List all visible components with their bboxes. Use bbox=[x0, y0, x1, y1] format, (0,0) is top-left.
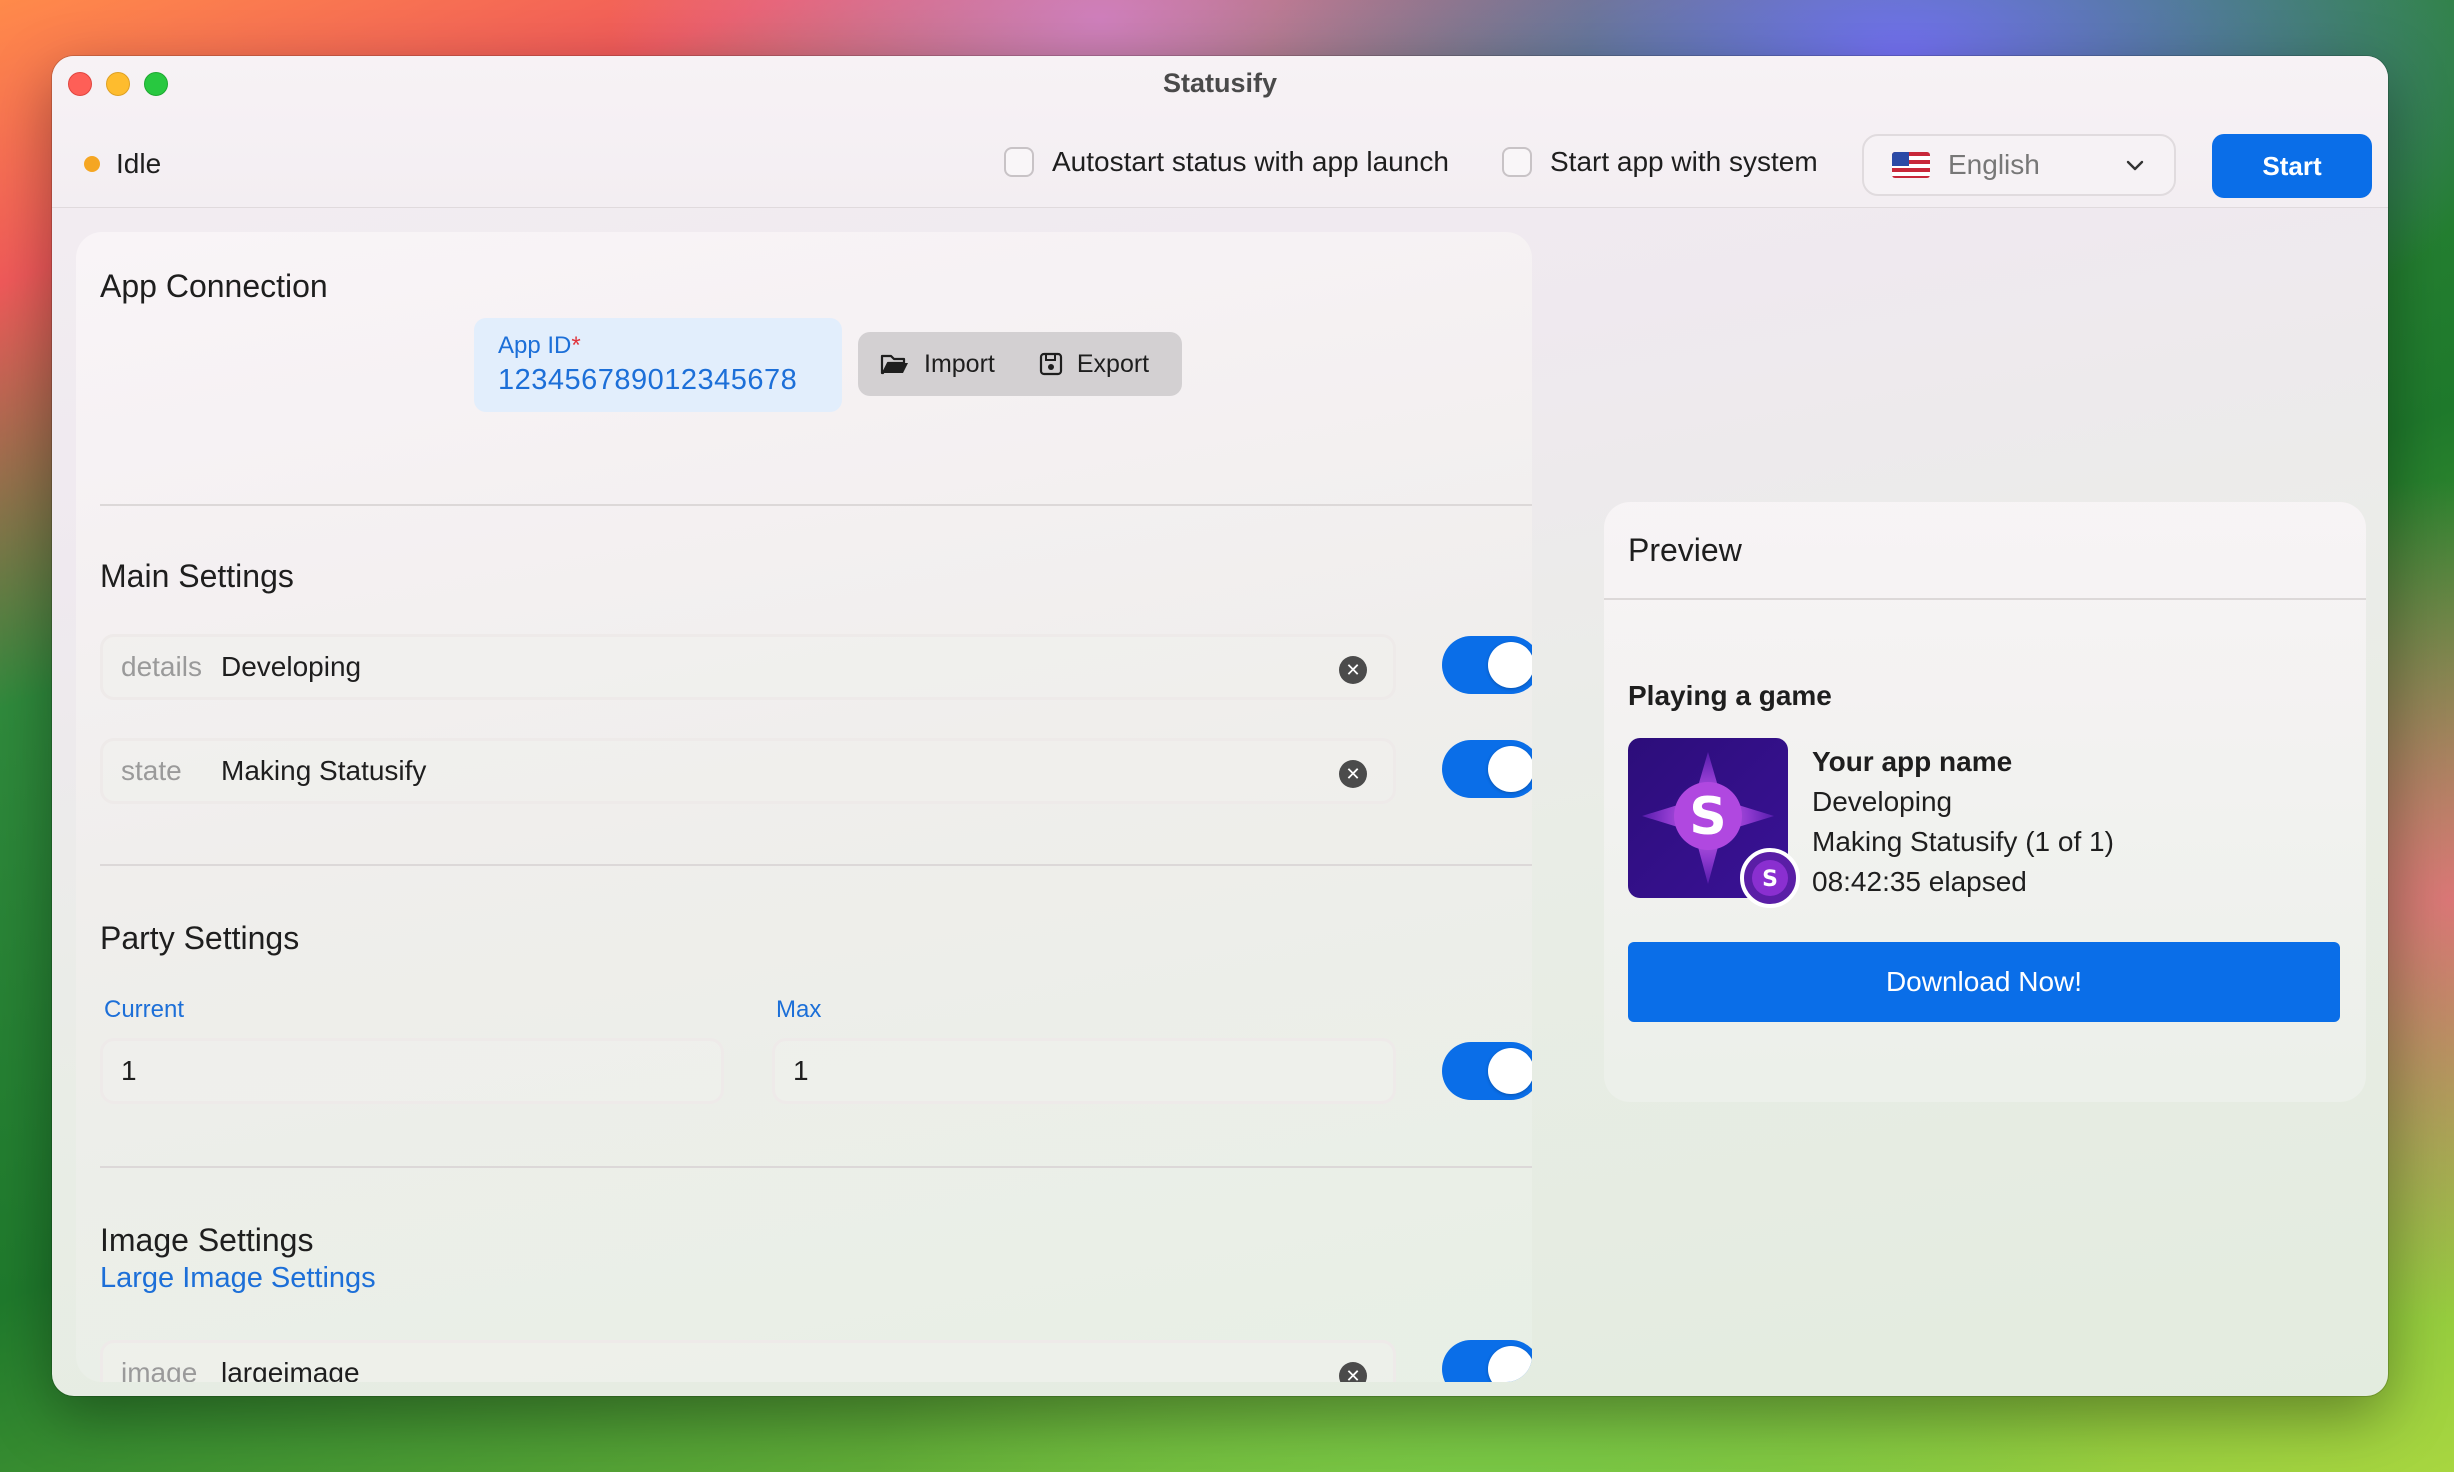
image-key: image bbox=[121, 1357, 198, 1382]
image-field[interactable]: image largeimage ✕ bbox=[100, 1340, 1396, 1382]
image-value[interactable]: largeimage bbox=[221, 1357, 360, 1382]
window-title: Statusify bbox=[1162, 68, 1278, 98]
activity-type: Playing a game bbox=[1628, 680, 1832, 711]
max-value[interactable]: 1 bbox=[793, 1055, 809, 1087]
start-with-system-label: Start app with system bbox=[1550, 146, 1818, 177]
clear-details-icon[interactable]: ✕ bbox=[1339, 656, 1367, 684]
state-field[interactable]: state Making Statusify ✕ bbox=[100, 738, 1396, 804]
max-field[interactable]: 1 bbox=[772, 1038, 1396, 1104]
folder-open-icon bbox=[880, 354, 908, 375]
preview-title: Preview bbox=[1628, 532, 1742, 568]
section-divider bbox=[100, 1166, 1532, 1168]
chevron-down-icon bbox=[2126, 160, 2144, 171]
state-key: state bbox=[121, 755, 182, 786]
settings-panel[interactable]: App Connection App ID* 12345678901234567… bbox=[76, 232, 1532, 1382]
toolbar: Idle Autostart status with app launch St… bbox=[52, 128, 2388, 204]
party-settings-title: Party Settings bbox=[100, 920, 300, 956]
logo-letter: S bbox=[1689, 787, 1726, 847]
preview-divider bbox=[1604, 598, 2366, 600]
small-logo-letter: S bbox=[1762, 867, 1778, 892]
autostart-checkbox-box[interactable] bbox=[1004, 147, 1034, 177]
title-bar: Statusify Idle Autostart status with app… bbox=[52, 56, 2388, 208]
details-toggle[interactable] bbox=[1442, 636, 1532, 694]
image-toggle[interactable] bbox=[1442, 1340, 1532, 1382]
language-value: English bbox=[1948, 149, 2040, 180]
autostart-checkbox[interactable]: Autostart status with app launch bbox=[1004, 146, 1449, 178]
status-text: Idle bbox=[116, 148, 162, 179]
save-icon bbox=[1039, 352, 1062, 376]
statusify-small-logo-icon: S bbox=[1752, 860, 1788, 896]
state-value[interactable]: Making Statusify bbox=[221, 755, 426, 787]
preview-state: Making Statusify (1 of 1) bbox=[1812, 826, 2114, 857]
activity-details: Your app name Developing Making Statusif… bbox=[1812, 742, 2114, 902]
section-divider bbox=[100, 864, 1532, 866]
preview-card: Preview Playing a game S S Your app name… bbox=[1604, 502, 2366, 1102]
app-id-field[interactable]: App ID* 123456789012345678 bbox=[474, 318, 842, 412]
start-button[interactable]: Start bbox=[2212, 134, 2372, 198]
start-with-system-checkbox[interactable]: Start app with system bbox=[1502, 146, 1818, 178]
details-field[interactable]: details Developing ✕ bbox=[100, 634, 1396, 700]
preview-elapsed: 08:42:35 elapsed bbox=[1812, 866, 2027, 897]
details-value[interactable]: Developing bbox=[221, 651, 361, 683]
download-now-button[interactable]: Download Now! bbox=[1628, 942, 2340, 1022]
large-image-settings-link[interactable]: Large Image Settings bbox=[100, 1262, 376, 1295]
app-small-image: S bbox=[1740, 848, 1800, 908]
import-export-group: Import Export bbox=[858, 332, 1182, 396]
app-window: Statusify Idle Autostart status with app… bbox=[52, 56, 2388, 1396]
party-toggle[interactable] bbox=[1442, 1042, 1532, 1100]
state-toggle[interactable] bbox=[1442, 740, 1532, 798]
app-id-label-text: App ID bbox=[498, 332, 572, 359]
start-with-system-checkbox-box[interactable] bbox=[1502, 147, 1532, 177]
language-select[interactable]: English bbox=[1862, 134, 2176, 196]
required-mark: * bbox=[571, 332, 581, 359]
app-name: Your app name bbox=[1812, 746, 2013, 777]
export-label: Export bbox=[1076, 349, 1150, 378]
main-settings-title: Main Settings bbox=[100, 558, 294, 594]
app-id-label: App ID* bbox=[498, 332, 842, 360]
section-divider bbox=[100, 504, 1532, 506]
import-button[interactable]: Import bbox=[880, 350, 995, 379]
app-id-value[interactable]: 123456789012345678 bbox=[498, 364, 842, 397]
app-connection-title: App Connection bbox=[100, 268, 328, 304]
max-label: Max bbox=[776, 996, 822, 1023]
preview-details: Developing bbox=[1812, 786, 1953, 817]
export-button[interactable]: Export bbox=[1039, 350, 1149, 379]
current-field[interactable]: 1 bbox=[100, 1038, 724, 1104]
status-indicator: Idle bbox=[84, 148, 161, 180]
us-flag-icon bbox=[1892, 152, 1930, 178]
status-dot-icon bbox=[84, 156, 100, 172]
clear-image-icon[interactable]: ✕ bbox=[1339, 1362, 1367, 1382]
image-settings-title: Image Settings bbox=[100, 1222, 314, 1258]
import-label: Import bbox=[924, 349, 995, 378]
autostart-label: Autostart status with app launch bbox=[1052, 146, 1449, 177]
current-label: Current bbox=[104, 996, 185, 1023]
clear-state-icon[interactable]: ✕ bbox=[1339, 760, 1367, 788]
current-value[interactable]: 1 bbox=[121, 1055, 137, 1087]
details-key: details bbox=[121, 651, 202, 682]
